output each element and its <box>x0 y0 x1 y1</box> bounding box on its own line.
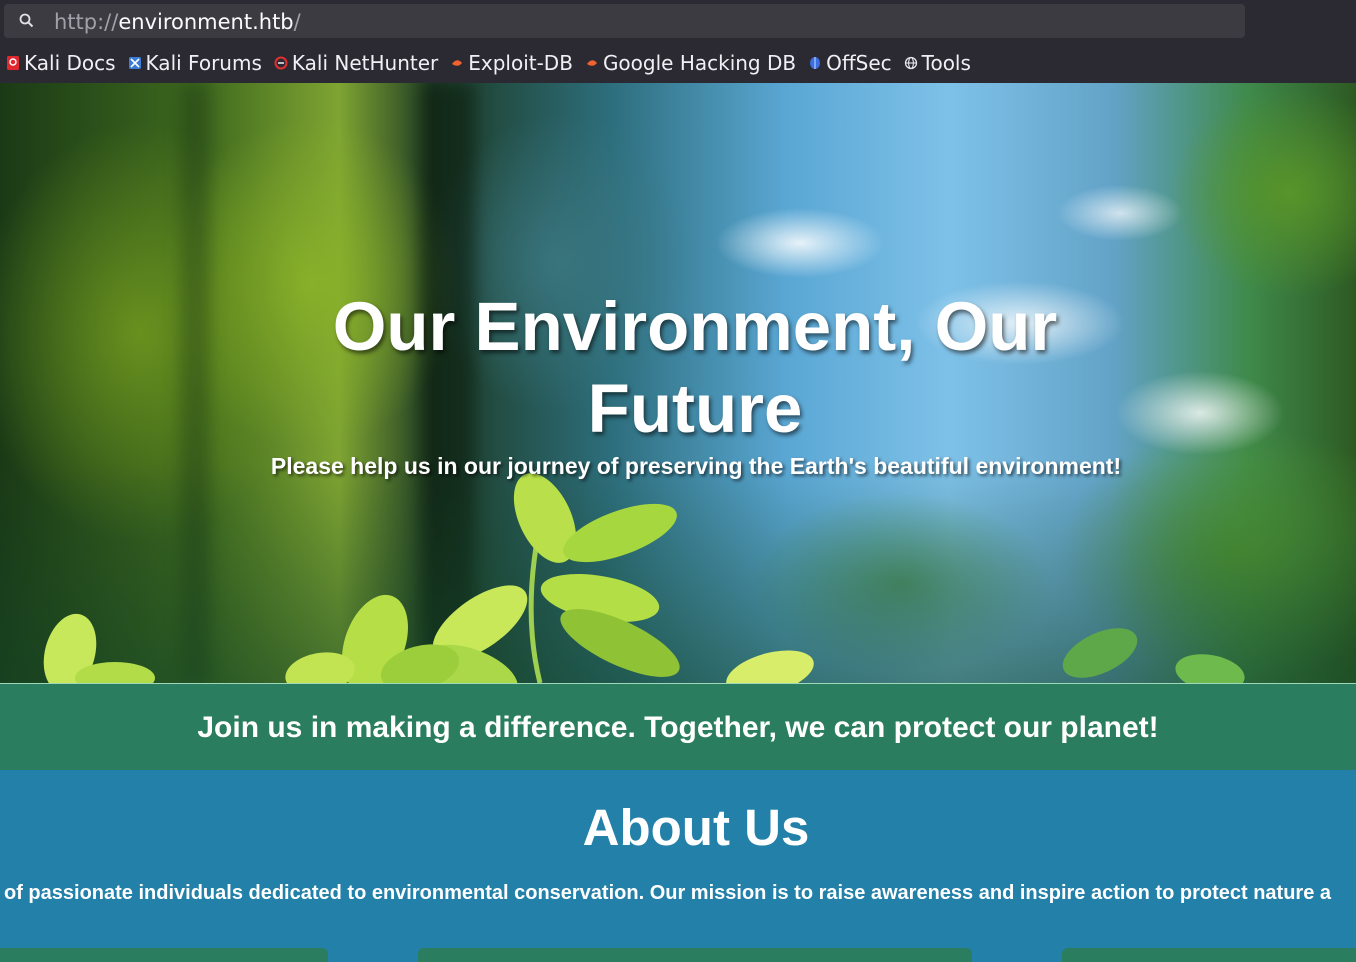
address-bar[interactable]: http://environment.htb/ <box>4 4 1245 38</box>
cta-text: Join us in making a difference. Together… <box>197 710 1159 744</box>
cta-banner: Join us in making a difference. Together… <box>0 683 1356 771</box>
search-icon <box>19 13 34 28</box>
bookmark-label: Google Hacking DB <box>602 51 797 75</box>
bookmark-offsec[interactable]: OffSec <box>808 51 892 75</box>
bookmark-label: Kali NetHunter <box>291 51 439 75</box>
bookmark-kali-docs[interactable]: Kali Docs <box>6 51 116 75</box>
bookmarks-toolbar: Kali Docs Kali Forums Kali NetHunter Exp… <box>0 46 1356 80</box>
bookmark-label: Kali Forums <box>145 51 262 75</box>
about-card <box>1062 948 1356 962</box>
offsec-icon <box>810 57 821 69</box>
bookmark-tools[interactable]: Tools <box>904 51 971 75</box>
url-scheme: http:// <box>54 10 119 34</box>
exploit-db-icon <box>452 60 463 66</box>
google-hacking-db-icon <box>586 60 597 66</box>
url-text[interactable]: http://environment.htb/ <box>54 10 301 34</box>
bookmark-kali-nethunter[interactable]: Kali NetHunter <box>274 51 438 75</box>
bookmark-label: Tools <box>921 51 971 75</box>
url-trail: / <box>293 10 301 34</box>
browser-chrome: http://environment.htb/ Kali Docs Kali F… <box>0 0 1356 84</box>
bookmark-label: Exploit-DB <box>468 51 573 75</box>
kali-docs-icon <box>7 56 19 70</box>
hero-title: Our Environment, Our Future <box>332 288 1058 447</box>
about-card <box>418 948 972 962</box>
globe-icon <box>904 56 917 70</box>
hero-subtitle: Please help us in our journey of preserv… <box>270 453 1122 479</box>
hero-section: Our Environment, Our Future Please help … <box>0 83 1356 683</box>
about-text: of passionate individuals dedicated to e… <box>4 882 1332 904</box>
bookmark-label: OffSec <box>826 51 892 75</box>
about-card <box>0 948 328 962</box>
bookmark-exploit-db[interactable]: Exploit-DB <box>450 51 573 75</box>
about-section: About Us of passionate individuals dedic… <box>0 770 1356 962</box>
kali-forums-icon <box>128 57 141 69</box>
about-title: About Us <box>582 799 810 856</box>
bookmark-google-hacking-db[interactable]: Google Hacking DB <box>585 51 796 75</box>
bookmark-label: Kali Docs <box>24 51 116 75</box>
url-host: environment.htb <box>118 10 294 34</box>
kali-nethunter-icon <box>274 56 288 70</box>
bookmark-kali-forums[interactable]: Kali Forums <box>128 51 262 75</box>
